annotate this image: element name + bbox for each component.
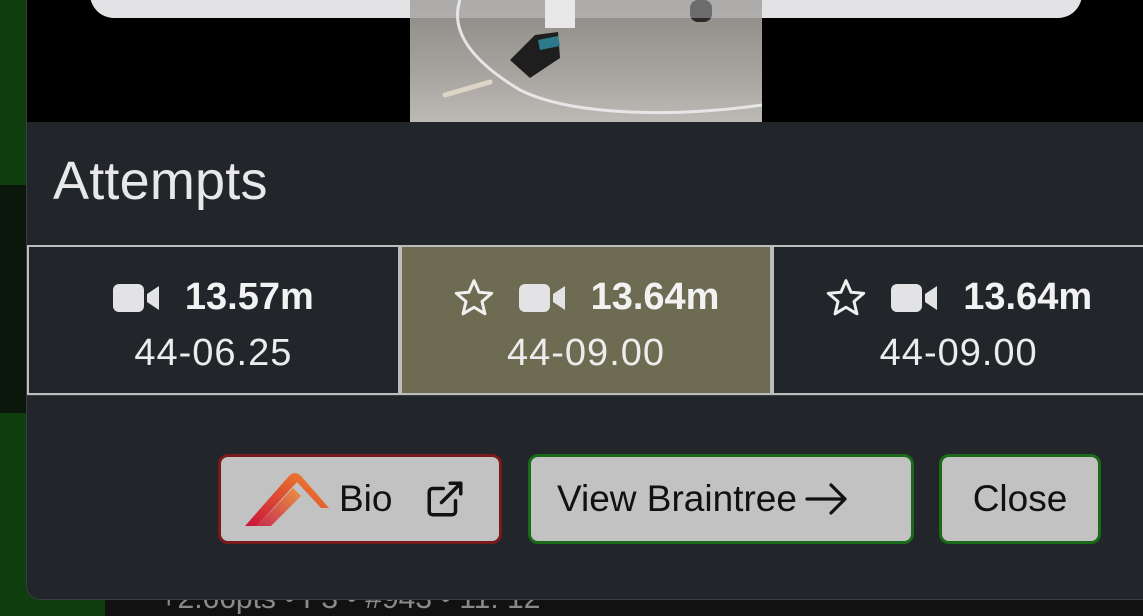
external-link-icon — [424, 478, 466, 520]
star-outline-icon[interactable] — [825, 278, 867, 318]
attempt-imperial: 44-06.25 — [134, 331, 293, 374]
video-frame[interactable] — [410, 0, 762, 122]
attempt-mark: 13.64m — [963, 276, 1093, 318]
close-button[interactable]: Close — [939, 454, 1101, 544]
background-strip — [0, 0, 26, 185]
video-player[interactable] — [27, 0, 1143, 122]
video-camera-icon[interactable] — [891, 283, 939, 313]
bio-button-label: Bio — [339, 478, 393, 519]
attempt-mark: 13.64m — [590, 276, 720, 318]
video-camera-icon[interactable] — [112, 283, 161, 313]
attempt-card[interactable]: 13.64m 44-09.00 — [774, 247, 1143, 393]
video-frame-image — [442, 0, 762, 115]
athletic-logo-icon — [243, 468, 329, 530]
arrow-right-icon — [805, 482, 849, 516]
section-divider — [27, 395, 1143, 396]
attempt-imperial: 44-09.00 — [879, 331, 1038, 374]
view-braintree-button[interactable]: View Braintree — [528, 454, 914, 544]
star-outline-icon[interactable] — [453, 278, 495, 318]
attempts-title: Attempts — [53, 151, 268, 211]
background-strip — [0, 185, 26, 413]
bio-button[interactable]: Bio — [218, 454, 502, 544]
attempt-mark: 13.57m — [184, 276, 314, 318]
video-overlay-bar — [410, 0, 762, 18]
attempts-list: 13.57m 44-06.25 13.64m 44-09.00 13.64m 4… — [27, 245, 1143, 395]
attempt-card-selected[interactable]: 13.64m 44-09.00 — [401, 247, 771, 393]
attempts-modal: Attempts 13.57m 44-06.25 13.64m 44-09.00… — [26, 0, 1143, 600]
video-camera-icon[interactable] — [518, 283, 567, 313]
attempt-card[interactable]: 13.57m 44-06.25 — [29, 247, 398, 393]
view-braintree-label: View Braintree — [557, 478, 797, 519]
background-strip — [0, 413, 26, 616]
attempt-imperial: 44-09.00 — [507, 331, 666, 374]
